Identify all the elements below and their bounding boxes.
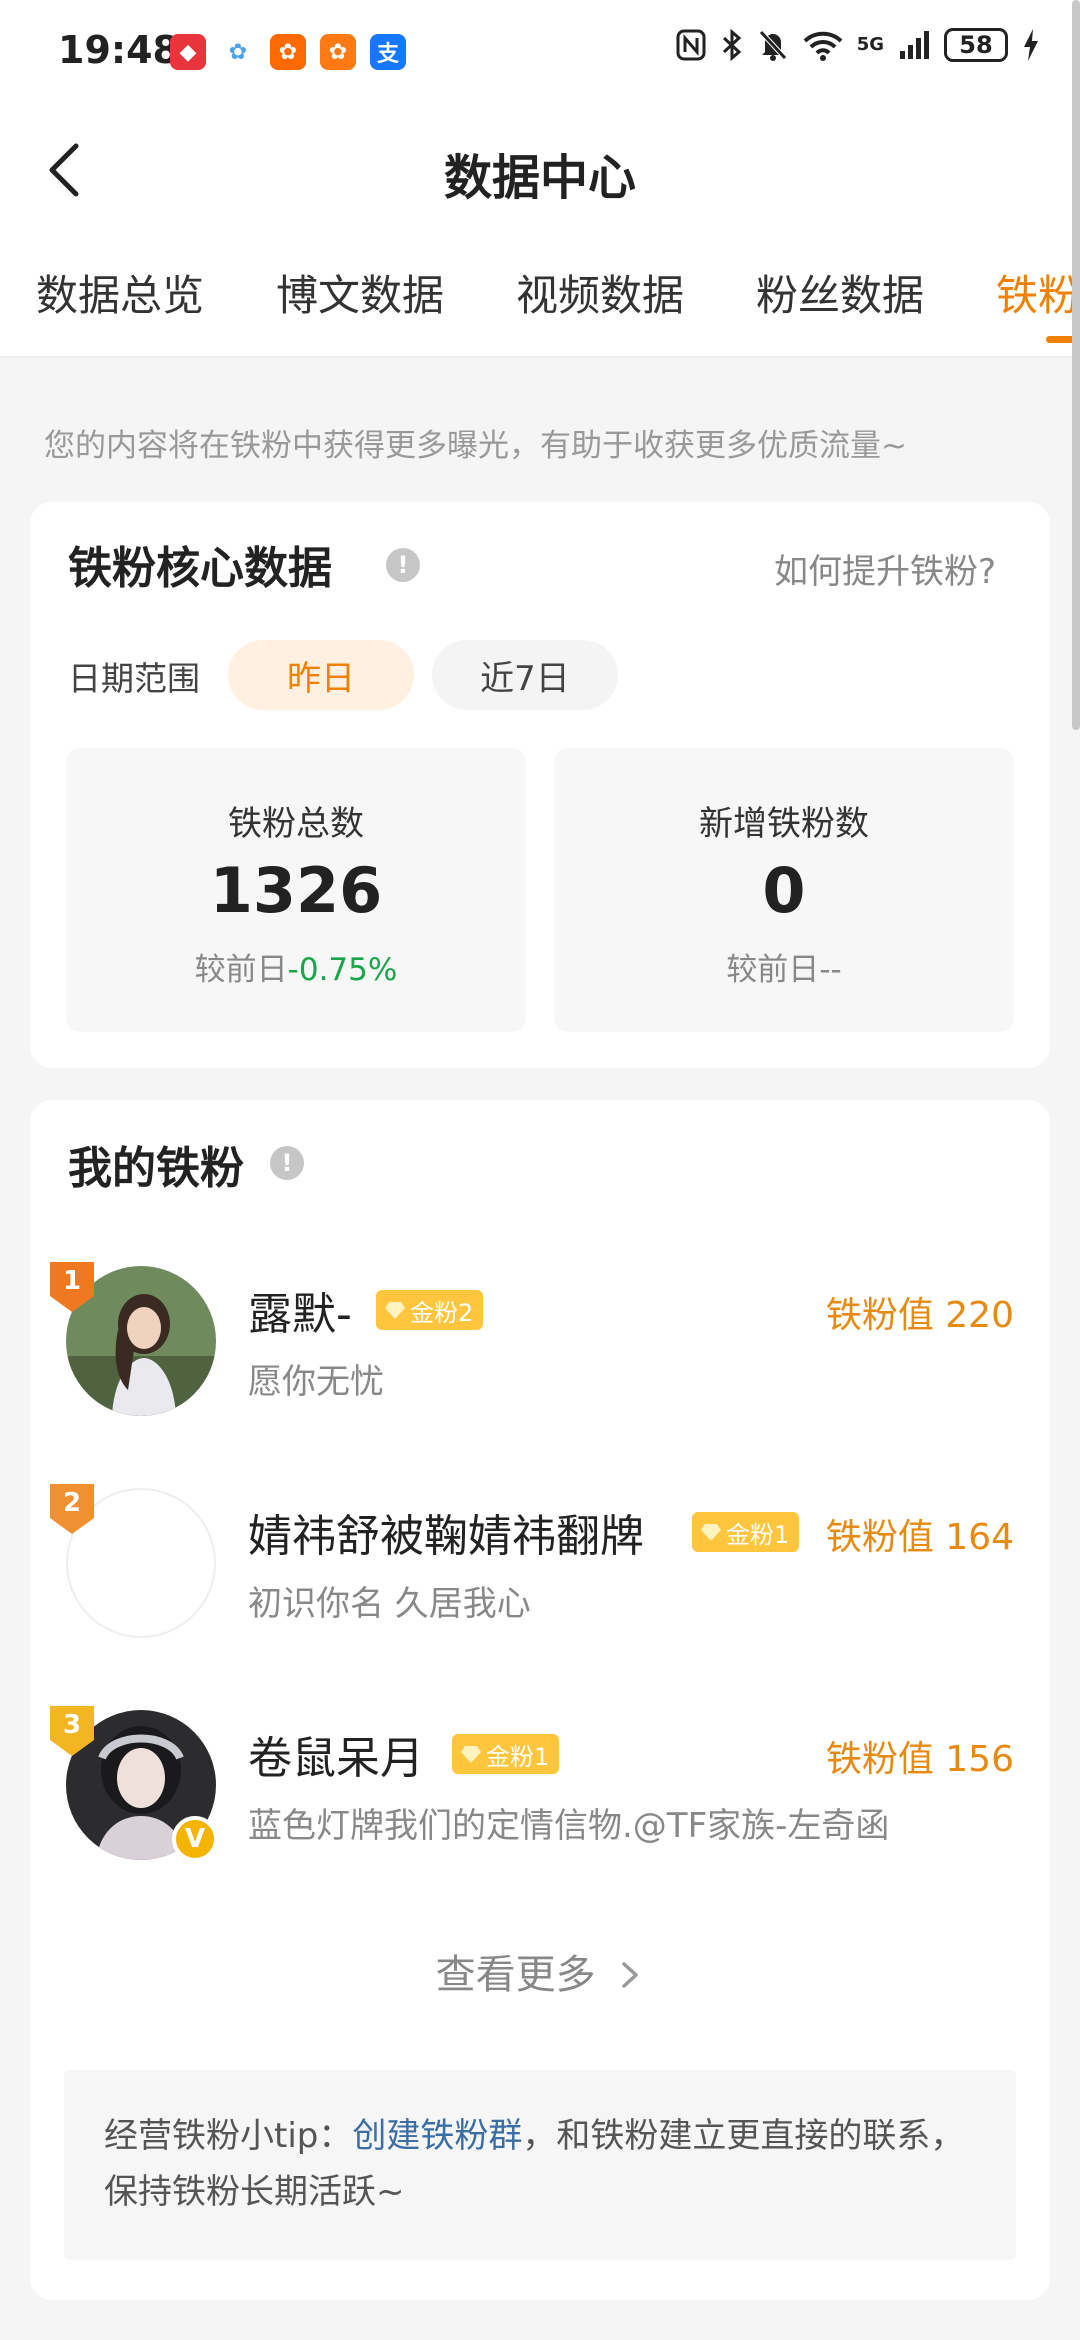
pinwheel-icon: ✿: [220, 34, 256, 70]
huawei-icon: ◆: [170, 34, 206, 70]
tip-box: 经营铁粉小tip：创建铁粉群，和铁粉建立更直接的联系，保持铁粉长期活跃~: [64, 2070, 1016, 2260]
fan-bio: 初识你名 久居我心: [248, 1584, 531, 1624]
stat-value: 0: [762, 854, 806, 927]
rank-number: 1: [63, 1266, 81, 1296]
rank-number: 2: [63, 1488, 81, 1518]
fan-bio: 愿你无忧: [248, 1362, 384, 1402]
wifi-icon: [803, 31, 843, 61]
top-navigation-bar: 数据中心: [0, 110, 1080, 230]
fan-level: 金粉1: [486, 1742, 550, 1771]
mute-bell-icon: [758, 30, 787, 61]
fan-score: 铁粉值 164: [825, 1517, 1014, 1558]
signal-icon: [900, 31, 929, 59]
paw-icon: ✿: [320, 34, 356, 70]
fan-name[interactable]: 卷鼠呆月: [248, 1722, 424, 1786]
tab-bar: 数据总览 博文数据 视频数据 粉丝数据 铁粉: [0, 230, 1080, 358]
rank-badge-3: 3: [50, 1706, 94, 1756]
battery-level: 58: [944, 28, 1008, 62]
stat-compare: 较前日--: [554, 944, 1014, 989]
my-fans-card: 我的铁粉 ! 1 露默- 金粉2 愿你无忧 铁粉值 220 2 婧祎舒被鞠婧祎翻…: [30, 1100, 1050, 2300]
gem-icon: [385, 1302, 405, 1319]
status-bar: 19:48 ◆ ✿ ✿ ✿ 支 5G 58: [0, 0, 1080, 110]
fan-list-item[interactable]: 2 婧祎舒被鞠婧祎翻牌 金粉1 初识你名 久居我心 铁粉值 164: [30, 1484, 1050, 1648]
tab-post-data[interactable]: 博文数据: [276, 262, 444, 323]
fan-list-item[interactable]: 1 露默- 金粉2 愿你无忧 铁粉值 220: [30, 1262, 1050, 1426]
core-data-title: 铁粉核心数据: [68, 543, 332, 594]
stat-label: 铁粉总数: [228, 804, 364, 844]
fan-level-badge: 金粉1: [692, 1512, 800, 1552]
tab-iron-fans[interactable]: 铁粉: [996, 262, 1080, 323]
system-icons: 5G 58: [675, 28, 1040, 62]
see-more-label: 查看更多: [435, 1952, 596, 1998]
notification-icons: ◆ ✿ ✿ ✿ 支: [170, 34, 406, 70]
compare-delta: -0.75%: [287, 952, 398, 988]
bluetooth-icon: [722, 28, 741, 62]
fan-level-badge: 金粉1: [452, 1734, 560, 1774]
fan-name[interactable]: 露默-: [248, 1278, 352, 1342]
stat-value: 1326: [209, 854, 383, 927]
chip-last-7-days[interactable]: 近7日: [432, 640, 618, 710]
compare-label: 较前日: [726, 952, 820, 988]
compare-delta: --: [819, 952, 842, 988]
stat-total-fans: 铁粉总数 1326 较前日-0.75%: [66, 748, 526, 1032]
info-icon[interactable]: !: [386, 548, 420, 582]
fan-list-item[interactable]: 3 V 卷鼠呆月 金粉1 蓝色灯牌我们的定情信物.@TF家族-左奇函 铁粉值 1…: [30, 1706, 1050, 1870]
stat-new-fans: 新增铁粉数 0 较前日--: [554, 748, 1014, 1032]
charging-icon: [1024, 29, 1038, 61]
chip-yesterday[interactable]: 昨日: [228, 640, 414, 710]
verified-badge-icon: V: [172, 1816, 218, 1862]
intro-text: 您的内容将在铁粉中获得更多曝光，有助于收获更多优质流量~: [44, 428, 907, 464]
stat-compare: 较前日-0.75%: [66, 944, 526, 989]
status-time: 19:48: [58, 28, 179, 72]
fan-name[interactable]: 婧祎舒被鞠婧祎翻牌: [248, 1500, 644, 1564]
scrollbar[interactable]: [1072, 0, 1080, 730]
how-to-improve-link[interactable]: 如何提升铁粉?: [774, 544, 996, 593]
fan-level-badge: 金粉2: [376, 1290, 484, 1330]
fan-bio: 蓝色灯牌我们的定情信物.@TF家族-左奇函: [248, 1806, 890, 1846]
fan-score: 铁粉值 220: [825, 1295, 1014, 1336]
tab-data-overview[interactable]: 数据总览: [36, 262, 204, 323]
taobao-icon: ✿: [270, 34, 306, 70]
stat-label: 新增铁粉数: [699, 804, 869, 844]
fan-score: 铁粉值 156: [825, 1739, 1014, 1780]
tip-prefix: 经营铁粉小tip：: [104, 2116, 353, 2156]
rank-badge-2: 2: [50, 1484, 94, 1534]
signal-type: 5G: [856, 34, 884, 55]
gem-icon: [701, 1524, 721, 1541]
tab-fans-data[interactable]: 粉丝数据: [756, 262, 924, 323]
nfc-icon: [676, 29, 706, 61]
tab-video-data[interactable]: 视频数据: [516, 262, 684, 323]
alipay-icon: 支: [370, 34, 406, 70]
rank-badge-1: 1: [50, 1262, 94, 1312]
core-data-card: 铁粉核心数据 ! 如何提升铁粉? 日期范围 昨日 近7日 铁粉总数 1326 较…: [30, 502, 1050, 1068]
see-more-button[interactable]: 查看更多: [30, 1942, 1050, 2000]
date-range-label: 日期范围: [68, 659, 200, 698]
fan-level: 金粉2: [410, 1298, 474, 1327]
create-fan-group-link[interactable]: 创建铁粉群: [352, 2116, 522, 2156]
gem-icon: [461, 1746, 481, 1763]
fan-level: 金粉1: [726, 1520, 790, 1549]
page-title: 数据中心: [443, 150, 636, 206]
rank-number: 3: [63, 1710, 81, 1740]
chevron-right-icon: [622, 1962, 639, 1988]
compare-label: 较前日: [194, 952, 288, 988]
info-icon[interactable]: !: [270, 1146, 304, 1180]
my-fans-title: 我的铁粉: [68, 1143, 244, 1194]
